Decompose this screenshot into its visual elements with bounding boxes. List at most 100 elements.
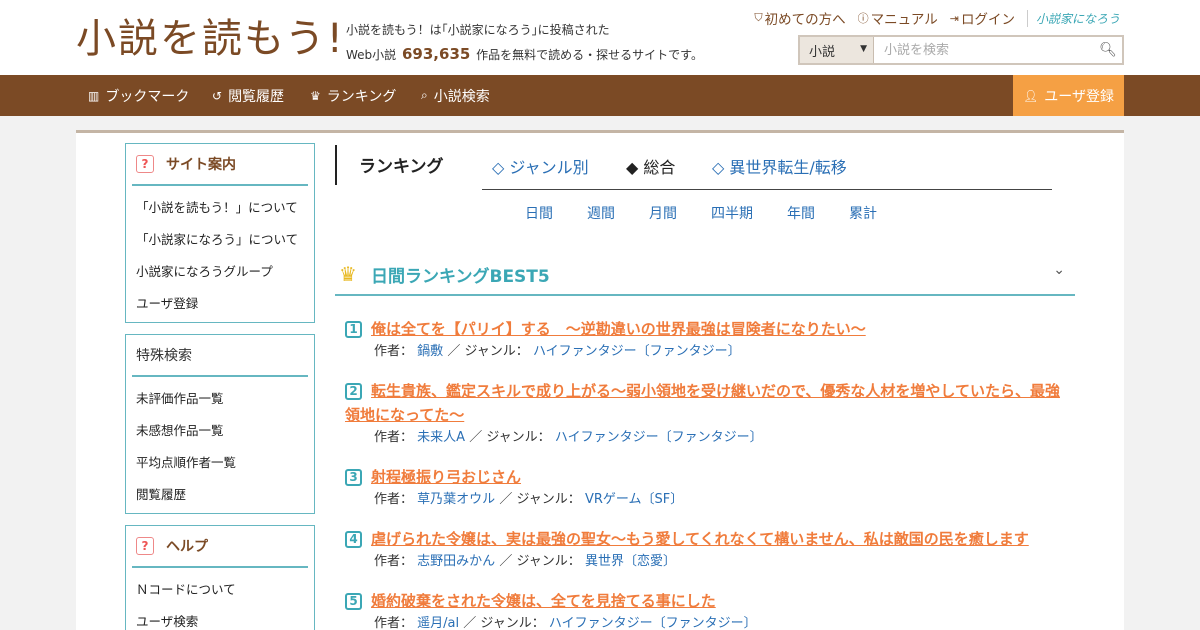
- chevron-down-icon[interactable]: ⌄: [1053, 262, 1065, 278]
- daily-best5-header[interactable]: ♛ 日間ランキングBEST5 ⌄: [335, 258, 1075, 296]
- genre-link[interactable]: ハイファンタジー〔ファンタジー〕: [549, 616, 757, 630]
- question-circle-icon: ⓘ: [857, 12, 869, 25]
- period-yearly[interactable]: 年間: [787, 203, 815, 223]
- site-header: 小説を読もう! 小説を読もう！は｢小説家になろう｣に投稿された Web小説 69…: [0, 0, 1200, 75]
- rank-number: 4: [345, 530, 362, 548]
- author-link[interactable]: 未来人A: [417, 430, 465, 445]
- sidebar-site-guide: ? サイト案内 「小説を読もう！」について 「小説家になろう」について 小説家に…: [125, 143, 315, 323]
- period-monthly[interactable]: 月間: [649, 203, 677, 223]
- tab-isekai[interactable]: ◇ 異世界転生/転移: [712, 154, 847, 178]
- nav-bookmark[interactable]: ▥ ブックマーク: [88, 75, 189, 116]
- genre-link[interactable]: 異世界〔恋愛〕: [585, 554, 676, 569]
- sidebar-item-no-review[interactable]: 未感想作品一覧: [136, 415, 314, 447]
- period-weekly[interactable]: 週間: [587, 203, 615, 223]
- site-tagline: 小説を読もう！は｢小説家になろう｣に投稿された Web小説 693,635 作品…: [346, 18, 703, 67]
- novel-count: 693,635: [402, 45, 471, 63]
- nav-search-label: 小説検索: [433, 88, 490, 105]
- genre-link[interactable]: VRゲーム〔SF〕: [585, 492, 683, 507]
- top-links: ⛉ 初めての方へ ⓘ マニュアル ⇥ ログイン 小説家になろう: [742, 8, 1120, 28]
- tagline-suffix: 作品を無料で読める・探せるサイトです。: [476, 48, 703, 62]
- link-beginners[interactable]: ⛉ 初めての方へ: [754, 8, 845, 28]
- ranking-item: 3 射程極振り弓おじさん 作者： 草乃葉オウル ／ ジャンル： VRゲーム〔SF〕: [345, 465, 1065, 511]
- genre-label: ／ ジャンル：: [469, 430, 551, 445]
- search-icon: ⌕: [421, 88, 428, 102]
- partner-logo[interactable]: 小説家になろう: [1026, 9, 1120, 27]
- link-beginners-label: 初めての方へ: [764, 12, 846, 28]
- login-icon: ⇥: [949, 11, 959, 25]
- period-total[interactable]: 累計: [849, 203, 877, 223]
- crown-icon: ♛: [310, 88, 321, 103]
- author-link[interactable]: 草乃葉オウル: [417, 492, 495, 507]
- sidebar-special-search-title: 特殊検索: [136, 348, 192, 364]
- question-icon: ?: [136, 537, 154, 555]
- novel-title-link[interactable]: 転生貴族、鑑定スキルで成り上がる～弱小領地を受け継いだので、優秀な人材を増やして…: [345, 382, 1060, 424]
- nav-search[interactable]: ⌕ 小説検索: [421, 75, 490, 116]
- search-box: 小説 ▼ 🔍︎: [798, 35, 1124, 65]
- novel-title-link[interactable]: 婚約破棄をされた令嬢は、全てを見捨てる事にした: [371, 592, 716, 610]
- link-login-label: ログイン: [960, 12, 1015, 28]
- novel-title-link[interactable]: 俺は全てを【パリイ】する 〜逆勘違いの世界最強は冒険者になりたい〜: [371, 320, 866, 338]
- search-icon: 🔍︎: [1099, 42, 1117, 58]
- sidebar-help-title: ヘルプ: [166, 539, 208, 555]
- author-label: 作者：: [374, 616, 414, 630]
- sidebar-site-guide-title: サイト案内: [166, 157, 236, 173]
- period-tabs: 日間 週間 月間 四半期 年間 累計: [76, 203, 1124, 223]
- sidebar-special-search-heading: 特殊検索: [132, 335, 308, 377]
- tagline-line2: Web小説 693,635 作品を無料で読める・探せるサイトです。: [346, 42, 703, 67]
- tab-overall[interactable]: ◆ 総合: [626, 154, 675, 178]
- nav-history[interactable]: ↺ 閲覧履歴: [212, 75, 284, 116]
- rank-number: 2: [345, 382, 362, 400]
- sidebar-item-avg-authors[interactable]: 平均点順作者一覧: [136, 447, 314, 479]
- genre-link[interactable]: ハイファンタジー〔ファンタジー〕: [533, 344, 741, 359]
- sidebar-item-group[interactable]: 小説家になろうグループ: [136, 256, 314, 288]
- author-link[interactable]: 鍋敷: [417, 344, 443, 359]
- tagline-prefix: Web小説: [346, 48, 397, 62]
- sidebar-special-search: 特殊検索 未評価作品一覧 未感想作品一覧 平均点順作者一覧 閲覧履歴: [125, 334, 315, 514]
- novel-title-link[interactable]: 射程極振り弓おじさん: [371, 468, 521, 486]
- author-link[interactable]: 遥月/al: [417, 616, 459, 630]
- bookmark-icon: ▥: [88, 88, 100, 103]
- shield-icon: ⛉: [754, 11, 763, 24]
- rank-number: 1: [345, 320, 362, 338]
- nav-ranking-label: ランキング: [326, 88, 397, 105]
- sidebar-site-guide-heading: ? サイト案内: [132, 144, 308, 186]
- nav-register-button[interactable]: 👤︎ ユーザ登録: [1013, 75, 1124, 116]
- sidebar-item-history[interactable]: 閲覧履歴: [136, 479, 314, 511]
- user-icon: 👤︎: [1023, 88, 1039, 103]
- genre-link[interactable]: ハイファンタジー〔ファンタジー〕: [555, 430, 763, 445]
- question-icon: ?: [136, 155, 154, 173]
- author-link[interactable]: 志野田みかん: [417, 554, 495, 569]
- author-label: 作者：: [374, 554, 414, 569]
- period-quarterly[interactable]: 四半期: [711, 203, 753, 223]
- nav-ranking[interactable]: ♛ ランキング: [310, 75, 396, 116]
- novel-title-link[interactable]: 虐げられた令嬢は、実は最強の聖女～もう愛してくれなくて構いません、私は敵国の民を…: [371, 530, 1029, 548]
- tagline-line1: 小説を読もう！は｢小説家になろう｣に投稿された: [346, 23, 610, 37]
- nav-register-label: ユーザ登録: [1044, 88, 1114, 105]
- period-daily[interactable]: 日間: [525, 203, 553, 223]
- crown-icon: ♛: [339, 262, 357, 286]
- sidebar-item-about-narou[interactable]: 「小説家になろう」について: [136, 224, 314, 256]
- author-label: 作者：: [374, 344, 414, 359]
- genre-label: ／ ジャンル：: [499, 492, 581, 507]
- ranking-item: 1 俺は全てを【パリイ】する 〜逆勘違いの世界最強は冒険者になりたい〜 作者： 鍋…: [345, 317, 1065, 363]
- nav-history-label: 閲覧履歴: [228, 88, 285, 105]
- sidebar-item-ncode[interactable]: Ｎコードについて: [136, 574, 314, 606]
- search-input[interactable]: [874, 37, 1094, 63]
- sidebar-item-user-search[interactable]: ユーザ検索: [136, 606, 314, 630]
- site-logo[interactable]: 小説を読もう!: [76, 14, 345, 64]
- search-category-select[interactable]: 小説 ▼: [800, 37, 874, 63]
- search-button[interactable]: 🔍︎: [1094, 37, 1122, 63]
- genre-label: ／ ジャンル：: [447, 344, 529, 359]
- link-manual-label: マニュアル: [870, 12, 938, 28]
- link-login[interactable]: ⇥ ログイン: [949, 8, 1015, 29]
- tab-genre[interactable]: ◇ ジャンル別: [492, 154, 589, 178]
- genre-label: ／ ジャンル：: [463, 616, 545, 630]
- author-label: 作者：: [374, 430, 414, 445]
- dropdown-arrow-icon: ▼: [860, 44, 867, 54]
- genre-label: ／ ジャンル：: [499, 554, 581, 569]
- ranking-heading-bar: [335, 145, 355, 185]
- link-manual[interactable]: ⓘ マニュアル: [858, 8, 938, 28]
- ranking-tabs: ◇ ジャンル別 ◆ 総合 ◇ 異世界転生/転移: [482, 145, 1052, 190]
- sidebar-item-register[interactable]: ユーザ登録: [136, 288, 314, 320]
- sidebar-item-unrated[interactable]: 未評価作品一覧: [136, 383, 314, 415]
